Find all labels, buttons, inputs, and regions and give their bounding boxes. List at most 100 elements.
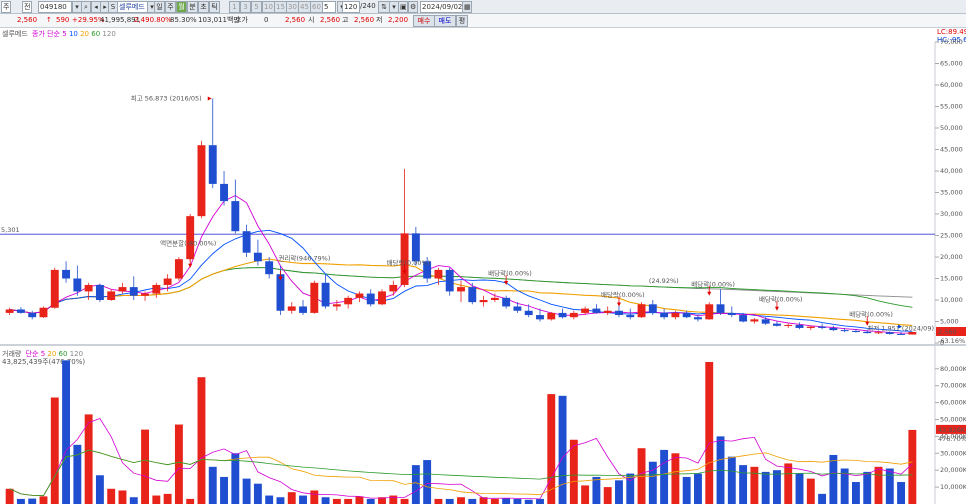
volume-bar bbox=[287, 492, 296, 504]
candle-body bbox=[660, 312, 669, 318]
volume-bar bbox=[626, 473, 635, 504]
candle-body bbox=[513, 306, 522, 311]
volume-bar bbox=[615, 480, 623, 504]
candle-body bbox=[5, 309, 14, 313]
candle-body bbox=[186, 216, 195, 260]
volume-bar bbox=[468, 498, 477, 504]
volume-bar bbox=[220, 476, 228, 504]
candle-body bbox=[197, 145, 206, 217]
price-axis-label: 45,000 bbox=[940, 146, 963, 154]
candle-body bbox=[287, 306, 296, 311]
candle-body bbox=[705, 304, 714, 320]
volume-bar bbox=[389, 495, 398, 504]
candle-body bbox=[840, 330, 849, 332]
annotation-percent: (24.92%) bbox=[649, 277, 679, 285]
volume-bar bbox=[95, 475, 104, 504]
candle-body bbox=[648, 304, 657, 313]
volume-bar bbox=[152, 495, 161, 504]
candle-body bbox=[479, 300, 488, 303]
volume-bar bbox=[265, 495, 274, 504]
stock-chart[interactable]: 70,000 65,000 60,000 55,000 50,000 45,000 40,0… bbox=[0, 0, 966, 504]
price-axis-label: 50,000 bbox=[940, 124, 963, 132]
volume-bar bbox=[411, 465, 420, 504]
volume-bar bbox=[671, 453, 680, 504]
price-axis-label: 35,000 bbox=[940, 189, 963, 197]
candle-body bbox=[829, 327, 838, 331]
volume-bar bbox=[851, 482, 860, 504]
volume-bar bbox=[806, 478, 815, 504]
annotation-dividend: 배당락(0.00%) bbox=[488, 269, 532, 278]
volume-bar bbox=[50, 397, 59, 504]
candle-body bbox=[366, 293, 375, 305]
current-volume-change: 476.70% bbox=[938, 435, 966, 443]
candle-body bbox=[502, 297, 511, 307]
candle-body bbox=[84, 284, 93, 292]
volume-axis-label: 60,000K bbox=[940, 399, 966, 407]
candle-body bbox=[310, 282, 319, 313]
volume-bar bbox=[795, 473, 804, 504]
candle-body bbox=[62, 269, 71, 279]
candle-body bbox=[332, 304, 341, 307]
candle-body bbox=[727, 312, 736, 316]
volume-bar bbox=[107, 488, 116, 504]
volume-bar bbox=[276, 497, 285, 504]
volume-bar bbox=[682, 476, 691, 504]
annotation-dividend: 배당락(0.00%) bbox=[849, 309, 893, 318]
volume-bar bbox=[299, 495, 307, 504]
volume-bar bbox=[129, 497, 138, 504]
volume-bar bbox=[592, 476, 601, 504]
current-price-badge-text: 2,560 bbox=[938, 328, 957, 336]
candle-body bbox=[445, 269, 454, 292]
candle-body bbox=[174, 259, 183, 279]
volume-bar bbox=[141, 429, 149, 504]
volume-bar bbox=[874, 466, 883, 504]
horizontal-line-label: 5,301 bbox=[1, 226, 20, 234]
candle-body bbox=[897, 333, 906, 335]
volume-axis-label: 70,000K bbox=[940, 382, 966, 390]
volume-bar bbox=[739, 465, 748, 504]
price-axis-label: 55,000 bbox=[940, 103, 963, 111]
volume-bar bbox=[242, 478, 251, 504]
candle-body bbox=[355, 293, 364, 298]
volume-bar bbox=[62, 360, 71, 504]
volume-axis-label: 80,000K bbox=[940, 365, 966, 373]
candle-body bbox=[411, 233, 420, 262]
volume-bar bbox=[39, 496, 48, 504]
candle-body bbox=[750, 319, 759, 322]
candle-body bbox=[253, 252, 262, 262]
volume-bar bbox=[366, 498, 375, 504]
volume-bar bbox=[705, 362, 714, 504]
volume-bar bbox=[885, 468, 894, 504]
candle-body bbox=[107, 291, 116, 300]
candle-body bbox=[321, 282, 330, 307]
candle-body bbox=[28, 312, 37, 318]
volume-bar bbox=[581, 485, 590, 504]
price-axis-label: 20,000 bbox=[940, 253, 963, 261]
price-axis-label: 10,000 bbox=[940, 296, 963, 304]
candle-body bbox=[603, 310, 612, 313]
candle-body bbox=[581, 308, 590, 313]
annotation-dividend: 배당락(0.00%) bbox=[691, 279, 735, 288]
annotation-split: 액면분할(-80.00%) bbox=[160, 238, 216, 247]
volume-bar bbox=[5, 488, 14, 504]
volume-bar bbox=[186, 498, 195, 504]
dividend-arrow-icon-head bbox=[616, 302, 621, 307]
price-axis-label: 65,000 bbox=[940, 60, 963, 68]
volume-bar bbox=[208, 466, 217, 504]
candle-body bbox=[152, 284, 161, 294]
volume-bar bbox=[163, 493, 172, 504]
candle-body bbox=[490, 297, 499, 300]
volume-bar bbox=[524, 499, 533, 504]
volume-bar bbox=[400, 498, 409, 504]
price-axis-label: 25,000 bbox=[940, 232, 963, 240]
volume-bar bbox=[818, 493, 827, 504]
candle-body bbox=[524, 310, 533, 316]
candle-body bbox=[569, 312, 578, 318]
candle-body bbox=[592, 308, 601, 313]
candle-body bbox=[468, 287, 477, 303]
volume-bar bbox=[761, 471, 770, 504]
price-axis-label: 40,000 bbox=[940, 167, 963, 175]
candle-body bbox=[773, 323, 781, 326]
annotation-dividend: 배당락(0.00%) bbox=[759, 294, 803, 303]
split-arrow-icon-head bbox=[188, 263, 193, 268]
